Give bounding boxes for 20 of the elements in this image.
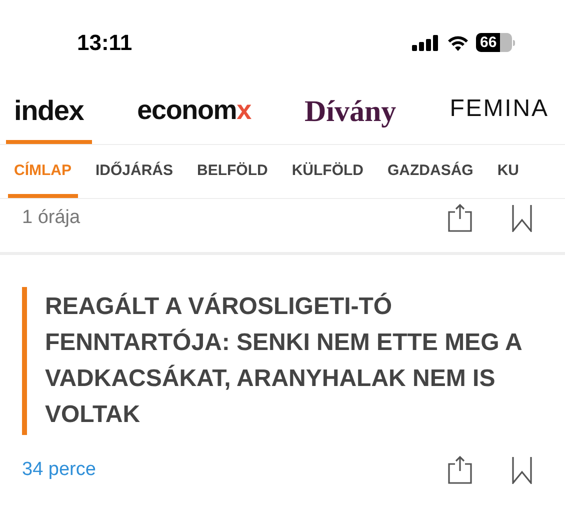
brand-tab[interactable]: index — [6, 87, 92, 144]
category-tab[interactable]: IDŐJÁRÁS — [90, 155, 180, 198]
brand-tab[interactable]: economx — [129, 87, 259, 144]
article-time: 34 perce — [22, 458, 96, 482]
article-time: 1 órája — [22, 206, 80, 230]
category-tab[interactable]: KU — [491, 155, 526, 198]
bookmark-icon[interactable] — [511, 456, 533, 484]
share-icon[interactable] — [447, 203, 473, 233]
brand-tab[interactable]: Dívány — [296, 87, 404, 144]
category-tab[interactable]: KÜLFÖLD — [286, 155, 370, 198]
battery-icon: 66 — [476, 33, 515, 52]
wifi-icon — [447, 34, 469, 50]
share-icon[interactable] — [447, 455, 473, 485]
bookmark-icon[interactable] — [511, 204, 533, 232]
status-time: 13:11 — [77, 29, 132, 57]
category-tab[interactable]: GAZDASÁG — [382, 155, 480, 198]
article-headline[interactable]: REAGÁLT A VÁROSLIGETI-TÓ FENNTARTÓJA: SENKI NEM ETTE MEG A VADKACSÁKAT, ARANYHALAK NEM IS VOLTAK — [45, 289, 559, 433]
brand-tab[interactable]: FEMINA — [442, 87, 557, 144]
signal-icon — [412, 34, 440, 50]
category-tab[interactable]: BELFÖLD — [191, 155, 274, 198]
